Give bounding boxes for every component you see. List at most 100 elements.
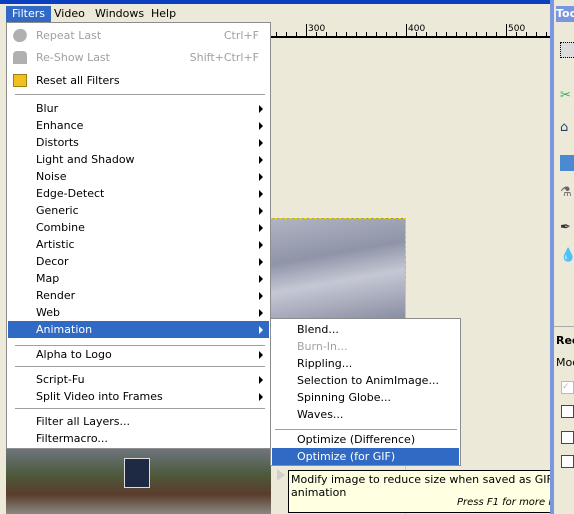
checkbox-checked[interactable]: ✓	[561, 381, 574, 394]
menu-item-filtermacro[interactable]: Filtermacro...	[8, 430, 269, 447]
menu-help[interactable]: Help	[145, 6, 182, 23]
ruler-tick	[476, 32, 477, 36]
menu-item-distorts[interactable]: Distorts	[8, 134, 269, 151]
menu-item-noise[interactable]: Noise	[8, 168, 269, 185]
menu-item-edge-detect[interactable]: Edge-Detect	[8, 185, 269, 202]
menu-item-reshow-last[interactable]: Re-Show Last Shift+Ctrl+F	[8, 49, 269, 66]
mode-label: Mod	[556, 356, 574, 369]
pen-tool-icon[interactable]: ✒	[560, 220, 574, 236]
menu-item-burn-in[interactable]: Burn-In...	[272, 338, 459, 355]
scissors-tool-icon[interactable]: ✂	[560, 88, 574, 104]
label: Spinning Globe...	[297, 391, 392, 404]
ruler-tick	[336, 32, 337, 36]
ruler-tick	[506, 32, 507, 36]
menu-item-generic[interactable]: Generic	[8, 202, 269, 219]
menu-item-spinning-globe[interactable]: Spinning Globe...	[272, 389, 459, 406]
menu-item-split-video[interactable]: Split Video into Frames	[8, 388, 269, 405]
menu-video[interactable]: Video	[48, 6, 91, 23]
menu-item-combine[interactable]: Combine	[8, 219, 269, 236]
menu-item-rippling[interactable]: Rippling...	[272, 355, 459, 372]
menu-item-decor[interactable]: Decor	[8, 253, 269, 270]
bucket-tool-icon[interactable]: ⚗	[560, 185, 574, 201]
ruler-tick	[396, 32, 397, 36]
label: Combine	[36, 221, 85, 234]
paths-tool-icon[interactable]: ⌂	[560, 120, 574, 136]
reshow-icon	[13, 51, 27, 64]
ruler-tick	[386, 32, 387, 36]
barn-shape	[124, 458, 150, 488]
label: Selection to AnimImage...	[297, 374, 439, 387]
tooltip-text: Modify image to reduce size when saved a…	[291, 473, 553, 499]
menu-item-enhance[interactable]: Enhance	[8, 117, 269, 134]
menu-item-reset-all-filters[interactable]: Reset all Filters	[8, 72, 269, 89]
submenu-arrow-icon	[259, 190, 263, 198]
menu-item-light-and-shadow[interactable]: Light and Shadow	[8, 151, 269, 168]
rect-select-tool-icon[interactable]	[560, 42, 574, 58]
ruler-tick	[526, 32, 527, 36]
label: Rippling...	[297, 357, 353, 370]
submenu-arrow-icon	[259, 156, 263, 164]
label: Split Video into Frames	[36, 390, 163, 403]
submenu-arrow-icon	[259, 173, 263, 181]
ruler-tick	[316, 32, 317, 36]
label: Enhance	[36, 119, 84, 132]
menu-bar: Filters Video Windows Help	[0, 4, 550, 23]
menu-item-artistic[interactable]: Artistic	[8, 236, 269, 253]
animation-submenu: Blend... Burn-In... Rippling... Selection t…	[270, 318, 461, 466]
menu-item-animation[interactable]: Animation	[8, 321, 269, 338]
menu-item-script-fu[interactable]: Script-Fu	[8, 371, 269, 388]
label: Optimize (Difference)	[297, 433, 416, 446]
submenu-arrow-icon	[259, 275, 263, 283]
label: Animation	[36, 323, 93, 336]
label: Repeat Last	[36, 29, 102, 42]
menu-item-blur[interactable]: Blur	[8, 100, 269, 117]
tooltip: Modify image to reduce size when saved a…	[288, 470, 573, 513]
checkbox[interactable]	[561, 455, 574, 468]
label: Alpha to Logo	[36, 348, 112, 361]
ruler-tick	[426, 32, 427, 36]
submenu-arrow-icon	[259, 326, 263, 334]
ruler-tick	[406, 32, 407, 36]
menu-item-map[interactable]: Map	[8, 270, 269, 287]
label: Map	[36, 272, 60, 285]
submenu-arrow-icon	[259, 258, 263, 266]
menu-item-blend[interactable]: Blend...	[272, 321, 459, 338]
menu-item-optimize-for-gif[interactable]: Optimize (for GIF)	[272, 448, 459, 465]
label: Artistic	[36, 238, 75, 251]
label: Filter all Layers...	[36, 415, 130, 428]
submenu-arrow-icon	[259, 122, 263, 130]
label: Waves...	[297, 408, 344, 421]
submenu-arrow-icon	[259, 224, 263, 232]
reset-icon	[13, 74, 27, 87]
label: Optimize (for GIF)	[297, 450, 396, 463]
label: Script-Fu	[36, 373, 85, 386]
menu-item-alpha-to-logo[interactable]: Alpha to Logo	[8, 346, 269, 363]
tool-options-title: Rec	[556, 334, 574, 347]
menu-windows[interactable]: Windows	[89, 6, 150, 23]
ruler-tick	[466, 32, 467, 36]
ruler-tick	[416, 32, 417, 36]
submenu-arrow-icon	[259, 309, 263, 317]
smudge-tool-icon[interactable]: 💧	[560, 248, 574, 264]
ruler-tick	[276, 32, 277, 36]
transform-tool-icon[interactable]	[560, 155, 574, 171]
menu-item-selection-to-animimage[interactable]: Selection to AnimImage...	[272, 372, 459, 389]
menu-item-repeat-last[interactable]: Repeat Last Ctrl+F	[8, 26, 269, 45]
ruler-tick	[376, 32, 377, 36]
separator	[15, 94, 265, 96]
ruler-tick	[346, 32, 347, 36]
menu-item-filter-all-layers[interactable]: Filter all Layers...	[8, 413, 269, 430]
ruler-tick	[306, 32, 307, 36]
menu-item-render[interactable]: Render	[8, 287, 269, 304]
ruler-tick	[286, 32, 287, 36]
submenu-arrow-icon	[259, 241, 263, 249]
ruler-tick	[446, 32, 447, 36]
menu-item-optimize-difference[interactable]: Optimize (Difference)	[272, 431, 459, 448]
menu-item-waves[interactable]: Waves...	[272, 406, 459, 423]
checkbox[interactable]	[561, 431, 574, 444]
checkbox[interactable]	[561, 405, 574, 418]
separator	[15, 366, 265, 368]
menu-item-web[interactable]: Web	[8, 304, 269, 321]
menu-filters[interactable]: Filters	[6, 6, 51, 23]
canvas-image-houses[interactable]	[6, 448, 271, 514]
